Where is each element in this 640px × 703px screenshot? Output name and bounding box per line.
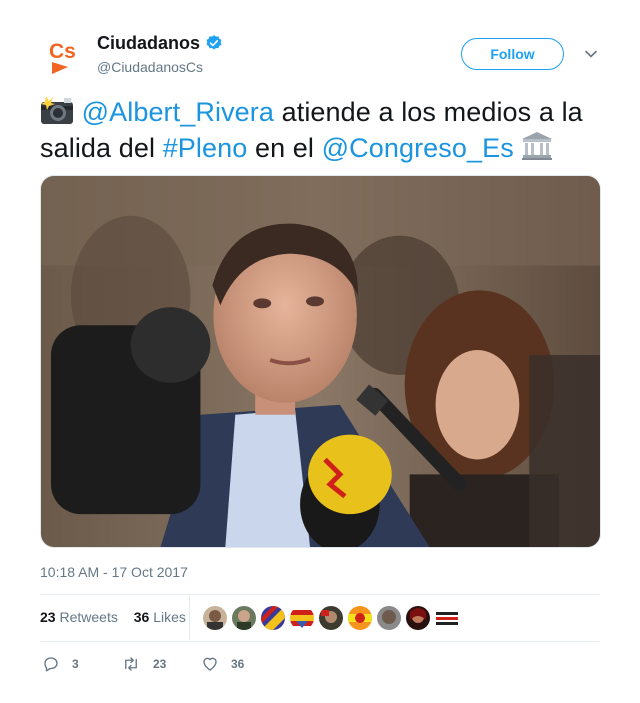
divider [40, 594, 600, 595]
likes-label[interactable]: Likes [153, 609, 186, 625]
camera-flash-icon [41, 96, 73, 124]
ciudadanos-logo[interactable]: Cs [44, 34, 88, 78]
liker-avatar[interactable] [290, 606, 314, 630]
liker-avatar[interactable] [348, 606, 372, 630]
svg-text:Cs: Cs [49, 40, 76, 63]
hashtag-pleno[interactable]: #Pleno [163, 133, 248, 163]
tweet-photo[interactable] [40, 175, 601, 548]
mention-albert-rivera[interactable]: @Albert_Rivera [82, 97, 274, 127]
like-button[interactable]: 36 [201, 654, 244, 674]
logo-triangle [52, 62, 68, 74]
liker-avatar[interactable] [377, 606, 401, 630]
reply-count: 3 [72, 657, 79, 671]
retweet-count: 23 [153, 657, 167, 671]
chevron-down-icon[interactable] [584, 47, 598, 61]
likes-count[interactable]: 36 [134, 609, 150, 625]
verified-badge-icon [206, 35, 222, 50]
tweet-text: @Albert_Rivera atiende a los medios a la… [40, 94, 605, 166]
mention-congreso[interactable]: @Congreso_Es [322, 133, 514, 163]
retweet-icon [125, 657, 137, 671]
reply-button[interactable]: 3 [42, 654, 79, 674]
heart-icon [203, 657, 217, 671]
liker-avatar[interactable] [203, 606, 227, 630]
liker-avatar[interactable] [232, 606, 256, 630]
divider [40, 641, 600, 642]
tweet-text-segment: en el [247, 133, 322, 163]
divider [189, 596, 190, 640]
liker-avatar[interactable] [406, 606, 430, 630]
retweet-button[interactable]: 23 [121, 654, 166, 674]
display-name[interactable]: Ciudadanos [97, 33, 200, 54]
like-count: 36 [231, 657, 245, 671]
retweets-count[interactable]: 23 [40, 609, 56, 625]
classical-building-icon [522, 132, 553, 160]
liker-avatar[interactable] [319, 606, 343, 630]
liker-avatar[interactable] [261, 606, 285, 630]
tweet-timestamp[interactable]: 10:18 AM - 17 Oct 2017 [40, 564, 188, 580]
liker-avatar[interactable] [435, 606, 459, 630]
retweets-label[interactable]: Retweets [59, 609, 117, 625]
reply-icon [44, 657, 58, 672]
engagement-stats: 23 Retweets 36 Likes [40, 609, 186, 625]
account-handle[interactable]: @CiudadanosCs [97, 59, 203, 75]
follow-button[interactable]: Follow [461, 38, 564, 70]
